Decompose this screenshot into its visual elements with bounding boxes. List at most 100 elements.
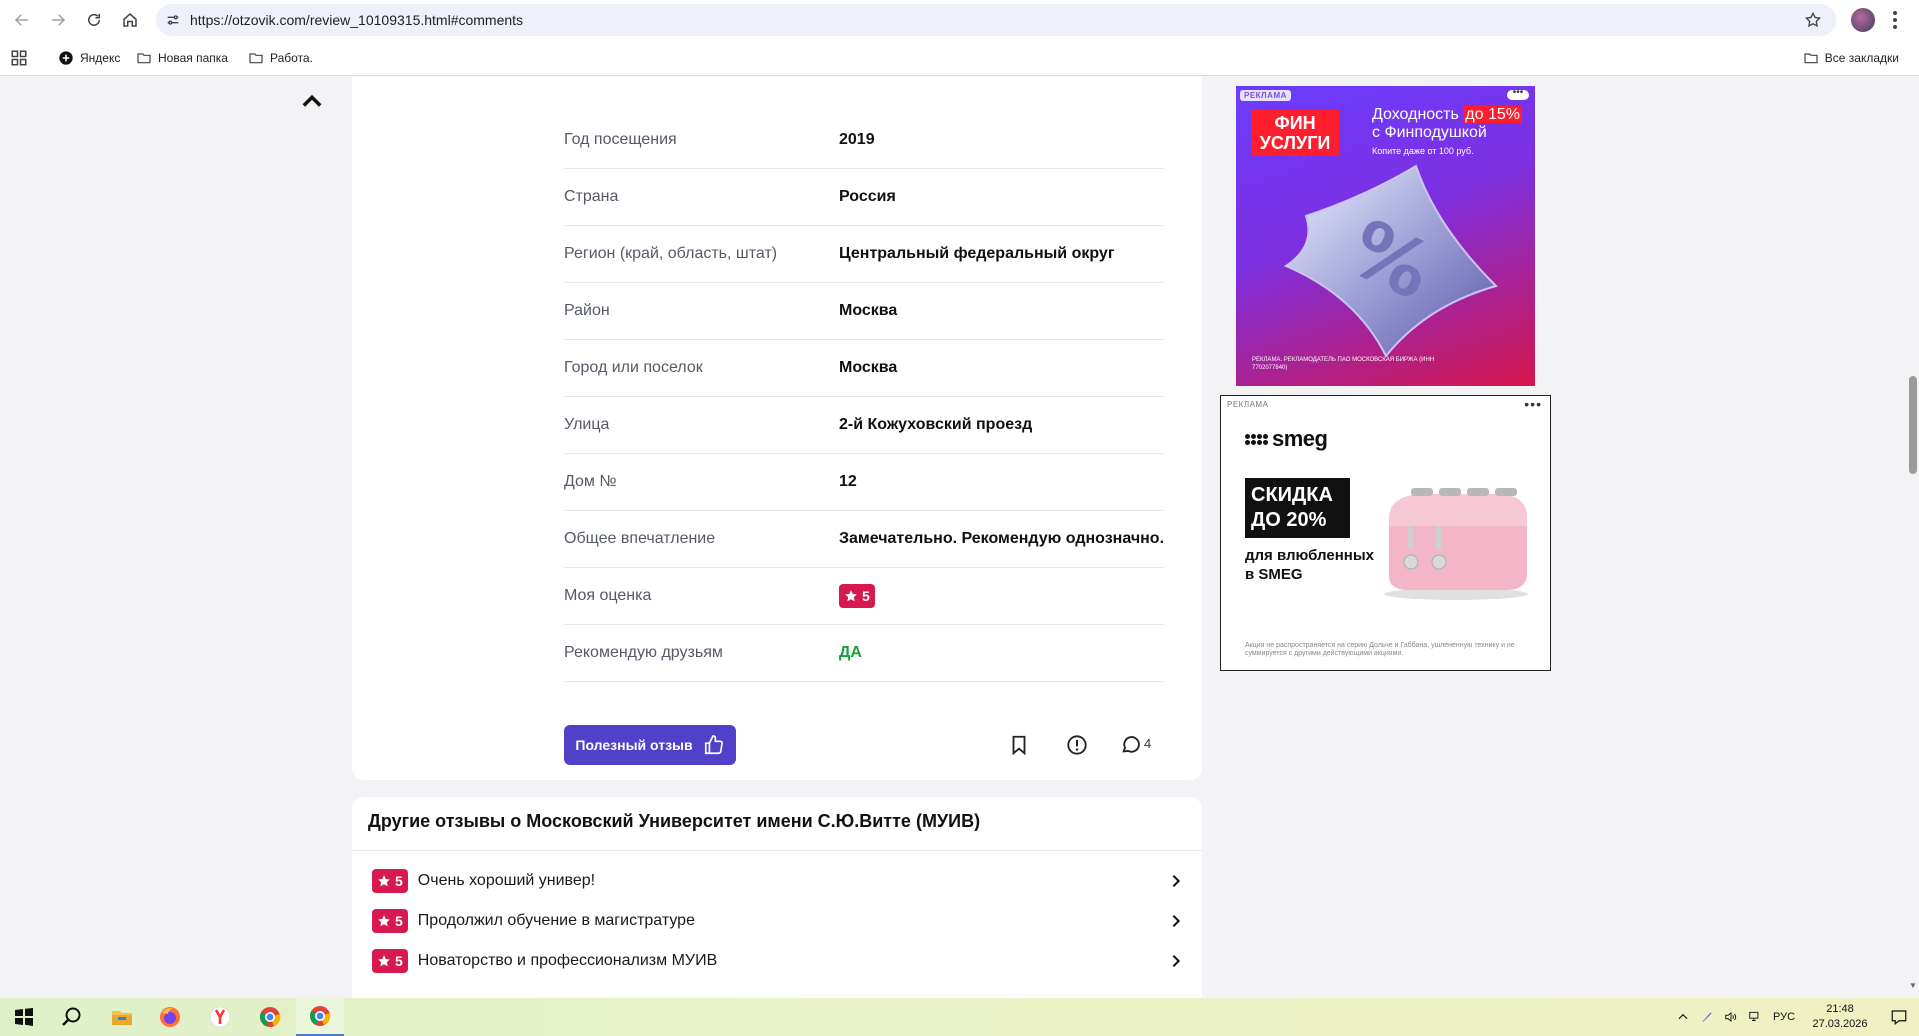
comment-icon[interactable] bbox=[1120, 734, 1142, 756]
other-review-item[interactable]: 5 Продолжил обучение в магистратуре bbox=[372, 905, 1184, 937]
ad-label: РЕКЛАМА bbox=[1227, 400, 1269, 409]
ad-menu-icon[interactable]: ••• bbox=[1524, 396, 1542, 412]
ad-headline: Доходность до 15% с Финподушкой bbox=[1372, 106, 1532, 142]
star-icon bbox=[378, 915, 390, 927]
windows-icon bbox=[15, 1008, 33, 1026]
bookmark-star-icon[interactable] bbox=[1804, 11, 1822, 29]
rating-badge: 5 bbox=[372, 949, 408, 973]
comments-count[interactable]: 4 bbox=[1144, 736, 1151, 751]
other-review-item[interactable]: 5 Новаторство и профессионализм МУИВ bbox=[372, 945, 1184, 977]
clock-date: 27.03.2026 bbox=[1812, 1018, 1868, 1030]
browser-menu-icon[interactable] bbox=[1892, 11, 1898, 29]
divider bbox=[352, 850, 1202, 851]
forward-button[interactable] bbox=[40, 0, 76, 40]
other-reviews-title: Другие отзывы о Московский Университет и… bbox=[368, 811, 981, 831]
star-icon bbox=[378, 955, 390, 967]
chevron-up-icon[interactable] bbox=[298, 88, 326, 116]
bookmark-folder-new[interactable]: Новая папка bbox=[128, 40, 236, 76]
property-row: Страна Россия bbox=[564, 169, 1164, 226]
property-label: Улица bbox=[564, 416, 610, 433]
pen-icon[interactable] bbox=[1695, 998, 1719, 1036]
property-value: 12 bbox=[839, 473, 857, 490]
arrow-left-icon bbox=[14, 14, 28, 26]
chevron-right-icon bbox=[1172, 874, 1181, 888]
property-row: Регион (край, область, штат) Центральный… bbox=[564, 226, 1164, 283]
bookmark-icon[interactable] bbox=[1008, 734, 1030, 756]
chrome-icon bbox=[260, 1007, 281, 1027]
taskbar-chrome[interactable] bbox=[246, 998, 294, 1036]
scrollbar[interactable] bbox=[1905, 77, 1919, 998]
arrow-right-icon bbox=[52, 14, 66, 26]
property-label: Город или поселок bbox=[564, 359, 703, 376]
review-properties: Год посещения 2019 Страна Россия Регион … bbox=[564, 112, 1164, 682]
taskbar-firefox[interactable] bbox=[146, 998, 194, 1036]
bookmark-yandex[interactable]: Яндекс bbox=[50, 40, 128, 76]
taskbar: РУС 21:48 27.03.2026 bbox=[0, 998, 1919, 1036]
rating-value: 5 bbox=[395, 953, 403, 969]
back-button[interactable] bbox=[4, 0, 40, 40]
start-button[interactable] bbox=[0, 998, 48, 1036]
ad-sale-line: СКИДКА bbox=[1251, 484, 1333, 506]
taskbar-file-explorer[interactable] bbox=[98, 998, 146, 1036]
system-tray: РУС 21:48 27.03.2026 bbox=[1671, 998, 1919, 1036]
property-row: Моя оценка 5 bbox=[564, 568, 1164, 625]
property-row: Рекомендую друзьям ДА bbox=[564, 625, 1164, 682]
rating-value: 5 bbox=[395, 873, 403, 889]
useful-review-button[interactable]: Полезный отзыв bbox=[564, 725, 736, 765]
ad-legal: Акция не распространяется на серию Дольч… bbox=[1245, 642, 1515, 657]
ad-brand: smeg bbox=[1272, 426, 1328, 451]
tray-expand-icon[interactable] bbox=[1671, 998, 1695, 1036]
taskbar-chrome-active[interactable] bbox=[296, 998, 344, 1036]
scroll-down-icon[interactable]: ▼ bbox=[1909, 981, 1917, 991]
scrollbar-thumb[interactable] bbox=[1909, 376, 1917, 474]
apps-grid-icon[interactable] bbox=[10, 49, 28, 67]
complaint-icon[interactable] bbox=[1066, 734, 1088, 756]
bookmarks-bar: Яндекс Новая папка Работа. Все закладки bbox=[0, 40, 1919, 76]
address-bar[interactable]: https://otzovik.com/review_10109315.html… bbox=[156, 4, 1836, 36]
property-value: 2-й Кожуховский проезд bbox=[839, 416, 1033, 433]
bookmark-folder-work[interactable]: Работа. bbox=[240, 40, 321, 76]
ad-label: РЕКЛАМА bbox=[1240, 90, 1291, 101]
reload-button[interactable] bbox=[76, 0, 112, 40]
yandex-browser-icon bbox=[209, 1006, 231, 1028]
ad-headline-highlight: до 15% bbox=[1463, 106, 1522, 123]
all-bookmarks[interactable]: Все закладки bbox=[1795, 40, 1907, 76]
page-viewport: Год посещения 2019 Страна Россия Регион … bbox=[0, 77, 1919, 998]
property-label: Общее впечатление bbox=[564, 530, 716, 547]
ad-subline: Копите даже от 100 руб. bbox=[1372, 146, 1474, 156]
property-row: Город или поселок Москва bbox=[564, 340, 1164, 397]
ad-menu-icon[interactable]: ••• bbox=[1507, 88, 1529, 100]
property-row: Дом № 12 bbox=[564, 454, 1164, 511]
property-row: Район Москва bbox=[564, 283, 1164, 340]
url-text: https://otzovik.com/review_10109315.html… bbox=[190, 12, 524, 28]
ad-headline-text: с Финподушкой bbox=[1372, 124, 1487, 141]
useful-review-label: Полезный отзыв bbox=[575, 737, 693, 753]
thumbs-up-icon bbox=[704, 735, 723, 755]
site-settings-icon[interactable] bbox=[156, 12, 190, 28]
smeg-logo: smeg bbox=[1245, 426, 1328, 452]
star-icon bbox=[378, 875, 390, 887]
property-value: Москва bbox=[839, 302, 898, 319]
toaster-image bbox=[1384, 488, 1528, 600]
profile-avatar[interactable] bbox=[1851, 8, 1875, 32]
search-button[interactable] bbox=[48, 998, 96, 1036]
ad-headline-text: Доходность bbox=[1372, 106, 1459, 123]
review-card: Год посещения 2019 Страна Россия Регион … bbox=[352, 77, 1202, 780]
chevron-right-icon bbox=[1172, 954, 1181, 968]
rating-badge: 5 bbox=[372, 909, 408, 933]
clock[interactable]: 21:48 27.03.2026 bbox=[1801, 1002, 1879, 1032]
ad-legal: РЕКЛАМА. РЕКЛАМОДАТЕЛЬ ПАО МОСКОВСКАЯ БИ… bbox=[1252, 357, 1435, 371]
ad-sale-line: ДО 20% bbox=[1251, 509, 1327, 531]
language-indicator[interactable]: РУС bbox=[1767, 1011, 1801, 1023]
taskbar-yandex-browser[interactable] bbox=[196, 998, 244, 1036]
other-reviews-card: Другие отзывы о Московский Университет и… bbox=[352, 797, 1202, 998]
volume-icon[interactable] bbox=[1719, 998, 1743, 1036]
property-value: Россия bbox=[839, 188, 896, 205]
notifications-icon[interactable] bbox=[1879, 998, 1919, 1036]
home-button[interactable] bbox=[112, 0, 148, 40]
network-icon[interactable] bbox=[1743, 998, 1767, 1036]
other-review-item[interactable]: 5 Очень хороший универ! bbox=[372, 865, 1184, 897]
ad-logo: ФИН УСЛУГИ bbox=[1251, 110, 1339, 156]
ad-smeg[interactable]: РЕКЛАМА ••• smeg СКИДКА ДО 20% для влюбл… bbox=[1220, 395, 1551, 671]
ad-finservices[interactable]: РЕКЛАМА ••• ФИН УСЛУГИ Доходность до 15%… bbox=[1236, 86, 1535, 386]
